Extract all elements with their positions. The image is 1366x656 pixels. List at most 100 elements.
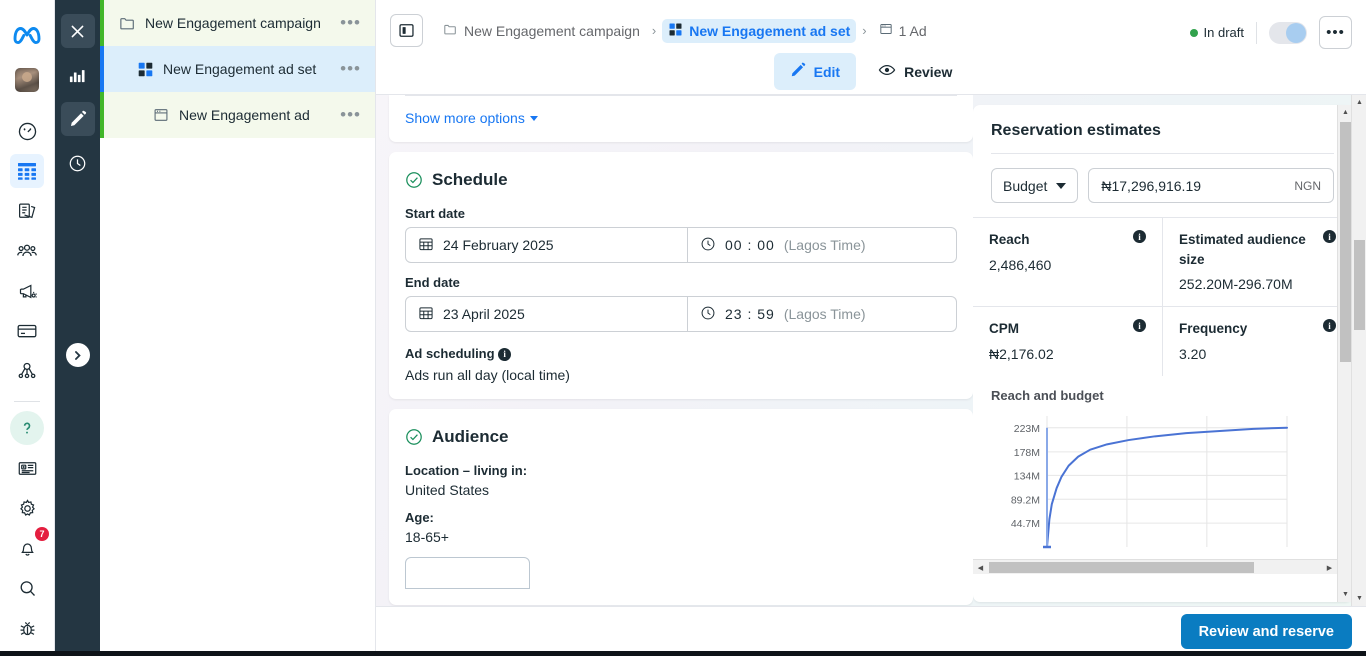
breadcrumb-item-adset[interactable]: New Engagement ad set [662,18,857,43]
edit-audience-button[interactable] [405,557,530,589]
tab-review[interactable]: Review [862,53,968,90]
tree-row-adset[interactable]: New Engagement ad set ••• [100,46,375,92]
tree-label: New Engagement campaign [145,15,321,31]
breadcrumb-item-campaign[interactable]: New Engagement campaign [437,19,646,43]
start-date-input[interactable]: 24 February 2025 [405,227,688,263]
metric-head: Reach i [989,230,1146,250]
pencil-icon[interactable] [60,102,95,136]
close-x-icon[interactable] [60,14,95,48]
start-date-row: 24 February 2025 00 : 00 (Lagos Time) [405,227,957,263]
folder-icon [443,22,458,40]
tree-overflow-menu[interactable]: ••• [336,60,365,77]
age-label: Age: [405,510,434,525]
sidebar-item-campaigns[interactable] [10,154,44,188]
info-icon[interactable]: i [1133,230,1146,243]
top-bar: New Engagement campaign › New Engagement… [376,0,1366,95]
sidebar-item-performance[interactable] [10,114,44,148]
bar-chart-icon[interactable] [61,58,95,92]
tree-label: New Engagement ad [179,107,310,123]
info-icon[interactable]: i [1323,230,1336,243]
chevron-right-icon[interactable] [65,343,90,367]
eye-icon [878,61,896,82]
review-and-reserve-button[interactable]: Review and reserve [1180,614,1352,649]
metric-reach: Reach i 2,486,460 [973,218,1162,306]
sidebar-item-audiences[interactable] [10,234,44,268]
tree-label: New Engagement ad set [163,61,317,77]
status-stripe [100,46,104,92]
sidebar-item-search[interactable] [10,571,44,605]
budget-amount-input[interactable]: ₦17,296,916.19 NGN [1088,168,1334,203]
estimates-vertical-scrollbar[interactable]: ▲ ▼ [1337,105,1352,602]
pencil-icon [790,62,806,81]
clock-icon[interactable] [61,146,95,180]
content-body: Show more options Schedule Start date 24… [376,95,1366,606]
metric-head: CPM i [989,319,1146,339]
sidebar-item-report-bug[interactable] [10,611,44,645]
reach-budget-chart: Reach and budget 223M 178M 134M 89.2M 44.7M [973,376,1352,557]
dark-tool-strip [55,0,100,656]
enable-toggle[interactable] [1269,21,1307,44]
sidebar-item-library[interactable] [10,194,44,228]
sidebar-item-advertise[interactable] [10,274,44,308]
chevron-down-icon [1056,182,1067,189]
tree-row-ad[interactable]: New Engagement ad ••• [100,92,375,138]
page-vertical-scrollbar[interactable]: ▲ ▼ [1351,95,1366,606]
clock-icon [700,236,716,255]
breadcrumb-item-ad[interactable]: 1 Ad [873,19,933,42]
tab-label: Edit [813,63,841,80]
more-options-button[interactable]: ••• [1319,16,1352,49]
avatar[interactable] [15,68,39,92]
info-icon[interactable]: i [1323,319,1336,333]
audience-card: Audience Location – living in: United St… [389,409,973,605]
budget-type-select[interactable]: Budget [991,168,1079,203]
svg-text:223M: 223M [1014,422,1040,434]
chart-svg: 223M 178M 134M 89.2M 44.7M [1011,415,1288,548]
tree-overflow-menu[interactable]: ••• [336,106,365,123]
scrollbar-thumb[interactable] [989,562,1254,573]
metric-frequency: Frequency i 3.20 [1162,307,1352,376]
metric-cpm: CPM i ₦2,176.02 [973,307,1162,376]
scrollbar-thumb[interactable] [1354,240,1365,330]
metric-value: 3.20 [1179,345,1207,362]
sidebar-item-events[interactable] [10,354,44,388]
tree-row-campaign[interactable]: New Engagement campaign ••• [100,0,375,46]
budget-amount-value: ₦17,296,916.19 [1101,177,1202,194]
sidebar-item-help[interactable] [10,411,44,445]
app-root: 7 New Engagement campaign ••• New Engage… [0,0,1366,656]
sidebar-item-news[interactable] [10,451,44,485]
scrollbar-thumb[interactable] [1340,122,1351,362]
tab-edit[interactable]: Edit [773,53,857,90]
notification-badge: 7 [35,527,49,541]
adset-icon [668,22,683,40]
audience-header: Audience [405,427,957,447]
scroll-right-arrow-icon[interactable]: ▶ [1322,560,1337,575]
info-icon[interactable]: i [1133,319,1146,333]
end-date-row: 23 April 2025 23 : 59 (Lagos Time) [405,296,957,332]
metric-label: Reach [989,232,1030,247]
start-date-label: Start date [405,206,465,221]
chart-horizontal-scrollbar[interactable]: ◀ ▶ [973,559,1337,574]
ad-scheduling-label: Ad scheduling [405,346,495,361]
show-more-options-link[interactable]: Show more options [405,110,538,126]
start-time-input[interactable]: 00 : 00 (Lagos Time) [688,227,957,263]
scroll-up-arrow-icon[interactable]: ▲ [1352,95,1366,110]
calendar-icon [418,236,434,255]
sidebar-item-settings[interactable] [10,491,44,525]
side-panel-icon[interactable] [390,14,423,47]
scroll-down-arrow-icon[interactable]: ▼ [1352,591,1366,606]
mode-tabs: Edit Review [376,53,1366,90]
notifications-wrapper: 7 [10,527,49,571]
meta-logo-icon[interactable] [10,22,44,48]
main-area: New Engagement campaign › New Engagement… [375,0,1366,656]
budget-select-label: Budget [1003,177,1048,194]
sidebar-item-billing[interactable] [10,314,44,348]
currency-code: NGN [1294,178,1321,193]
clock-icon [700,305,716,324]
scroll-left-arrow-icon[interactable]: ◀ [973,560,988,575]
end-time-input[interactable]: 23 : 59 (Lagos Time) [688,296,957,332]
info-icon[interactable]: i [498,347,512,361]
tree-overflow-menu[interactable]: ••• [336,14,365,31]
end-date-input[interactable]: 23 April 2025 [405,296,688,332]
age-value: 18-65+ [405,529,449,545]
ad-card-icon [152,106,170,124]
